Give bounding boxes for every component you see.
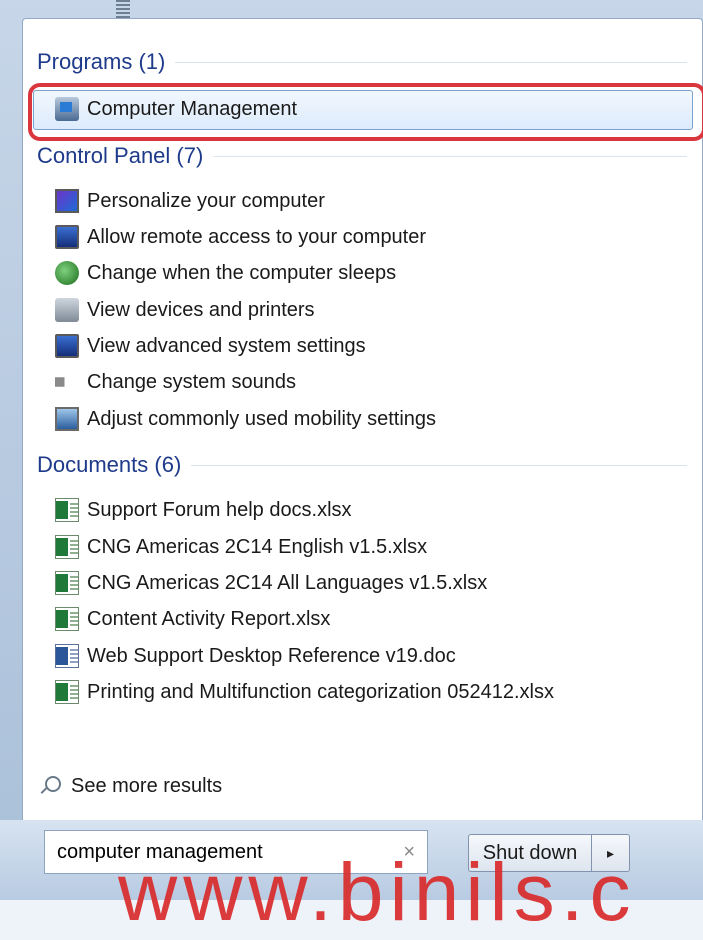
- result-label: Personalize your computer: [87, 189, 325, 212]
- result-document[interactable]: Support Forum help docs.xlsx: [55, 495, 695, 525]
- documents-header-label: Documents (6): [37, 452, 182, 477]
- system-settings-icon: [55, 334, 79, 358]
- excel-file-icon: [55, 680, 79, 704]
- result-document[interactable]: CNG Americas 2C14 All Languages v1.5.xls…: [55, 568, 695, 598]
- result-label: Web Support Desktop Reference v19.doc: [87, 644, 456, 667]
- result-devices-printers[interactable]: View devices and printers: [55, 295, 695, 325]
- result-label: View devices and printers: [87, 298, 315, 321]
- result-computer-sleeps[interactable]: Change when the computer sleeps: [55, 258, 695, 288]
- result-label: Adjust commonly used mobility settings: [87, 407, 437, 430]
- result-label: CNG Americas 2C14 All Languages v1.5.xls…: [87, 571, 488, 594]
- word-file-icon: [55, 644, 79, 668]
- result-personalize[interactable]: Personalize your computer: [55, 186, 695, 216]
- excel-file-icon: [55, 498, 79, 522]
- excel-file-icon: [55, 607, 79, 631]
- result-label: CNG Americas 2C14 English v1.5.xlsx: [87, 535, 428, 558]
- divider: [175, 61, 687, 63]
- divider: [191, 464, 687, 466]
- result-document[interactable]: Printing and Multifunction categorizatio…: [55, 677, 695, 707]
- search-icon: [39, 775, 61, 798]
- result-label: Change system sounds: [87, 370, 297, 393]
- excel-file-icon: [55, 535, 79, 559]
- shut-down-button[interactable]: Shut down: [468, 834, 592, 872]
- control-panel-header[interactable]: Control Panel (7): [37, 143, 687, 169]
- clear-search-icon[interactable]: ×: [403, 841, 415, 864]
- result-label: Change when the computer sleeps: [87, 261, 397, 284]
- result-advanced-system[interactable]: View advanced system settings: [55, 331, 695, 361]
- result-remote-access[interactable]: Allow remote access to your computer: [55, 222, 695, 252]
- control-panel-header-label: Control Panel (7): [37, 143, 204, 168]
- resize-grip[interactable]: [116, 0, 130, 20]
- result-label: Support Forum help docs.xlsx: [87, 498, 352, 521]
- search-results-panel: Programs (1) Computer Management Control…: [22, 18, 703, 822]
- programs-header[interactable]: Programs (1): [37, 49, 687, 75]
- remote-access-icon: [55, 225, 79, 249]
- result-document[interactable]: CNG Americas 2C14 English v1.5.xlsx: [55, 532, 695, 562]
- mobility-center-icon: [55, 407, 79, 431]
- search-input[interactable]: [55, 839, 389, 865]
- red-annotation-ring: [28, 83, 703, 141]
- documents-header[interactable]: Documents (6): [37, 452, 687, 478]
- shut-down-label: Shut down: [482, 841, 578, 864]
- result-document[interactable]: Content Activity Report.xlsx: [55, 604, 695, 634]
- result-mobility-settings[interactable]: Adjust commonly used mobility settings: [55, 404, 695, 434]
- result-label: View advanced system settings: [87, 334, 366, 357]
- result-system-sounds[interactable]: Change system sounds: [55, 367, 695, 397]
- divider: [213, 155, 687, 157]
- personalize-icon: [55, 189, 79, 213]
- devices-printers-icon: [55, 298, 79, 322]
- excel-file-icon: [55, 571, 79, 595]
- result-label: Allow remote access to your computer: [87, 225, 427, 248]
- result-document[interactable]: Web Support Desktop Reference v19.doc: [55, 641, 695, 671]
- chevron-right-icon: ▸: [606, 844, 615, 861]
- see-more-results-link[interactable]: See more results: [39, 775, 222, 798]
- see-more-label: See more results: [71, 775, 223, 797]
- shut-down-options-button[interactable]: ▸: [592, 834, 630, 872]
- speaker-icon: [55, 370, 75, 394]
- result-label: Content Activity Report.xlsx: [87, 607, 331, 630]
- power-options-icon: [55, 261, 79, 285]
- search-box[interactable]: ×: [44, 830, 428, 874]
- result-label: Printing and Multifunction categorizatio…: [87, 680, 554, 703]
- programs-header-label: Programs (1): [37, 49, 166, 74]
